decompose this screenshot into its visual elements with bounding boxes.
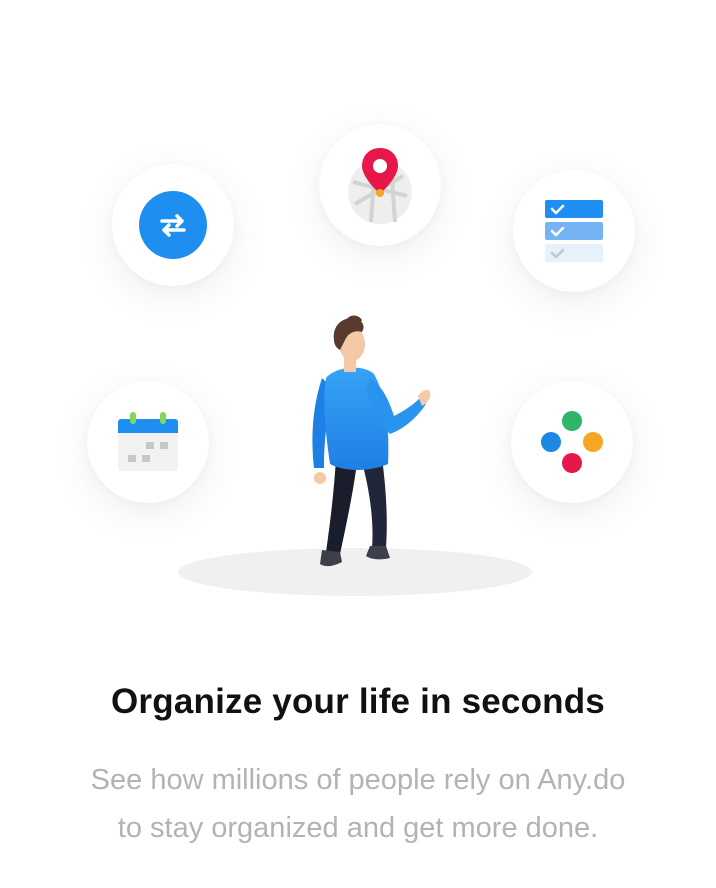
integrations-bubble — [511, 381, 633, 503]
sync-arrows-icon — [139, 191, 207, 259]
calendar-icon — [118, 412, 178, 471]
location-pin-map-icon — [348, 148, 412, 224]
tasks-bubble — [513, 170, 635, 292]
sync-bubble — [112, 164, 234, 286]
onboarding-screen: Organize your life in seconds See how mi… — [0, 0, 716, 888]
page-subtitle: See how millions of people rely on Any.d… — [30, 756, 686, 852]
hero-illustration — [0, 0, 716, 640]
map-bubble — [319, 124, 441, 246]
person-illustration — [300, 312, 440, 579]
checklist-icon — [545, 200, 603, 262]
calendar-bubble — [87, 381, 209, 503]
subtitle-line-2: to stay organized and get more done. — [117, 812, 599, 844]
page-title: Organize your life in seconds — [111, 682, 605, 721]
subtitle-line-1: See how millions of people rely on Any.d… — [90, 764, 626, 796]
colored-dots-icon — [541, 411, 603, 473]
